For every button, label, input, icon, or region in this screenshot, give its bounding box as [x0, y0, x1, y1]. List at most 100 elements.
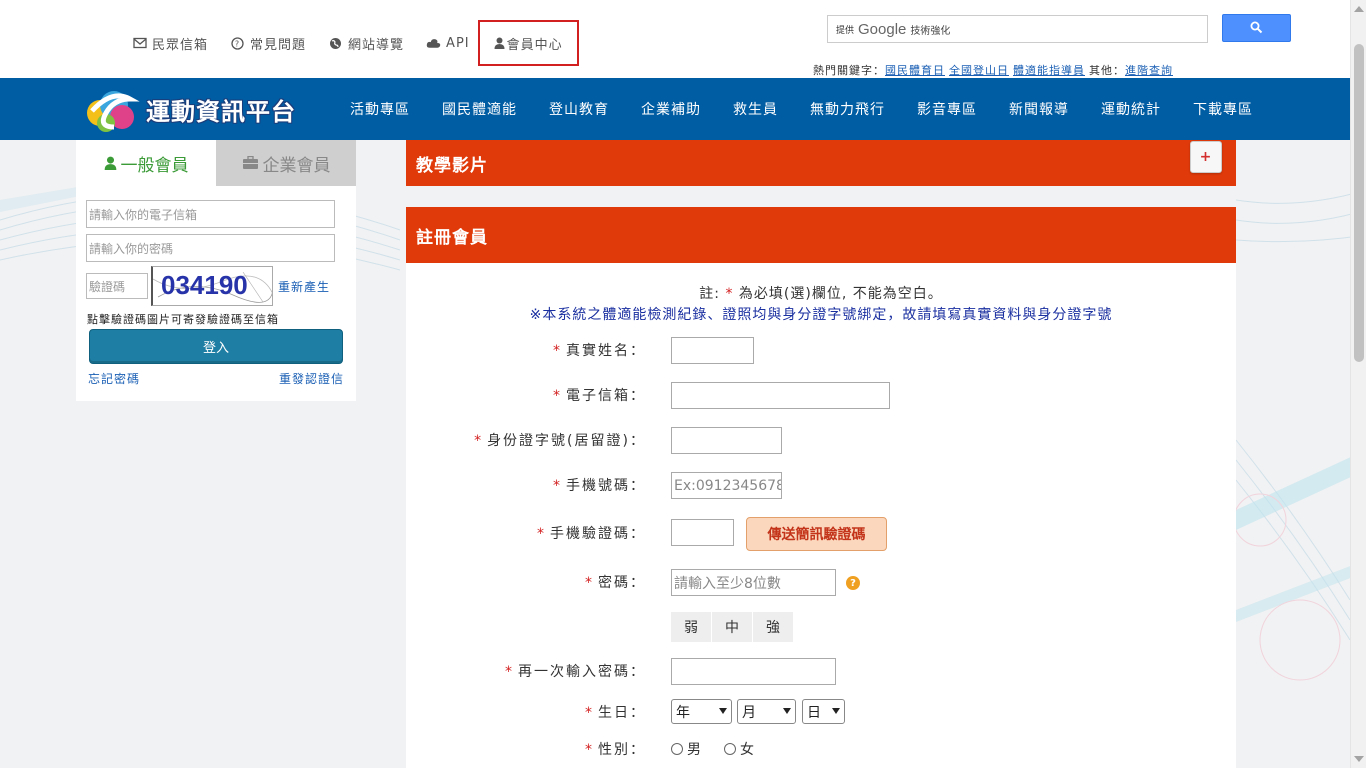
required-star: *: [725, 286, 734, 302]
captcha-hint: 點擊驗證碼圖片可寄發驗證碼至信箱: [87, 313, 279, 326]
help-icon[interactable]: ?: [846, 576, 860, 590]
radio-label: 女: [740, 742, 754, 758]
tab-enterprise-member[interactable]: 企業會員: [216, 140, 356, 186]
required-star: *: [585, 705, 594, 721]
confirm-password-input[interactable]: [671, 658, 836, 685]
search-icon: [1250, 19, 1263, 38]
other-label: 其他：: [1089, 64, 1125, 77]
search-button[interactable]: [1222, 14, 1291, 42]
top-link-label: API: [446, 35, 470, 51]
birthday-label: * 生日：: [585, 702, 646, 722]
site-logo[interactable]: 運動資訊平台: [84, 82, 296, 136]
email-field[interactable]: [671, 382, 890, 409]
birth-month-select[interactable]: 月: [737, 699, 796, 724]
nav-item-activities[interactable]: 活動專區: [334, 99, 426, 119]
gender-female-radio[interactable]: 女: [724, 739, 754, 759]
regenerate-captcha-link[interactable]: 重新產生: [278, 278, 330, 295]
login-password-field[interactable]: 請輸入你的密碼: [86, 234, 335, 262]
captcha-input[interactable]: 驗證碼: [86, 273, 148, 299]
scroll-up-arrow-icon[interactable]: [1354, 6, 1364, 12]
label-text: 身份證字號(居留證)：: [487, 433, 646, 449]
nav-menu: 活動專區 國民體適能 登山教育 企業補助 救生員 無動力飛行 影音專區 新聞報導…: [334, 78, 1269, 140]
hot-keywords-label: 熱門關鍵字：: [813, 64, 885, 77]
login-panel: 一般會員 企業會員 請輸入你的電子信箱 請輸入你的密碼 驗證碼 034190 重…: [76, 140, 356, 401]
hot-keyword-link[interactable]: 全國登山日: [949, 64, 1009, 77]
advanced-search-link[interactable]: 進階查詢: [1125, 64, 1173, 77]
phone-label: * 手機號碼：: [553, 475, 646, 495]
login-button[interactable]: 登入: [89, 329, 343, 364]
tab-general-member[interactable]: 一般會員: [76, 140, 216, 186]
top-header: 民眾信箱 ? 常見問題 網站導覽 API 會員中心 提供 Google 技術強化…: [0, 0, 1350, 78]
scroll-thumb[interactable]: [1354, 44, 1364, 362]
required-note: 註: * 為必填(選)欄位, 不能為空白。: [406, 283, 1236, 303]
nav-item-fitness[interactable]: 國民體適能: [426, 99, 533, 119]
globe-icon: [328, 36, 343, 51]
required-star: *: [553, 388, 562, 404]
birth-day-select[interactable]: 日: [802, 699, 845, 724]
top-link-sitemap[interactable]: 網站導覽: [328, 33, 404, 53]
login-email-field[interactable]: 請輸入你的電子信箱: [86, 200, 335, 228]
nav-item-enterprise[interactable]: 企業補助: [625, 99, 717, 119]
svg-text:?: ?: [235, 39, 240, 48]
tab-label: 企業會員: [262, 155, 331, 176]
real-name-input[interactable]: [671, 337, 754, 364]
note-prefix: 註:: [699, 286, 720, 302]
top-link-mailbox[interactable]: 民眾信箱: [132, 33, 208, 53]
nav-item-gliding[interactable]: 無動力飛行: [794, 99, 901, 119]
top-link-faq[interactable]: ? 常見問題: [230, 33, 306, 53]
send-sms-code-button[interactable]: 傳送簡訊驗證碼: [746, 517, 887, 551]
hot-keyword-link[interactable]: 國民體育日: [885, 64, 945, 77]
register-title: 註冊會員: [416, 227, 488, 248]
select-value: 日: [807, 704, 821, 721]
nav-item-mountain[interactable]: 登山教育: [533, 99, 625, 119]
strength-medium: 中: [712, 612, 753, 642]
select-value: 月: [742, 704, 756, 721]
birth-year-select[interactable]: 年: [671, 699, 732, 724]
phone-input[interactable]: Ex:0912345678: [671, 472, 782, 499]
label-text: 再一次輸入密碼：: [518, 664, 646, 680]
chevron-down-icon: [832, 708, 840, 714]
required-star: *: [585, 575, 594, 591]
required-star: *: [585, 742, 594, 758]
password-input[interactable]: 請輸入至少8位數: [671, 569, 836, 596]
required-star: *: [553, 343, 562, 359]
nav-item-downloads[interactable]: 下載專區: [1177, 99, 1269, 119]
forgot-password-link[interactable]: 忘記密碼: [88, 370, 140, 387]
label-text: 密碼：: [598, 575, 646, 591]
tab-label: 一般會員: [120, 155, 189, 176]
id-number-input[interactable]: [671, 427, 782, 454]
strength-strong: 強: [753, 612, 794, 642]
note-suffix: 為必填(選)欄位, 不能為空白。: [738, 286, 943, 302]
cloud-icon: [426, 36, 441, 51]
nav-item-statistics[interactable]: 運動統計: [1085, 99, 1177, 119]
password-label: * 密碼：: [585, 572, 646, 592]
search-input[interactable]: 提供 Google 技術強化: [827, 15, 1208, 43]
label-text: 生日：: [598, 705, 646, 721]
top-link-api[interactable]: API: [426, 33, 470, 53]
nav-item-media[interactable]: 影音專區: [901, 99, 993, 119]
register-panel-header: 註冊會員: [406, 207, 1236, 263]
page-scrollbar[interactable]: [1350, 0, 1366, 768]
top-link-member-center[interactable]: 會員中心: [477, 20, 579, 66]
nav-item-news[interactable]: 新聞報導: [993, 99, 1085, 119]
video-panel-header: 教學影片 +: [406, 140, 1236, 186]
sms-code-input[interactable]: [671, 519, 734, 546]
radio-label: 男: [687, 742, 701, 758]
top-link-label: 常見問題: [250, 37, 307, 53]
logo-text: 運動資訊平台: [146, 97, 296, 126]
expand-button[interactable]: +: [1190, 141, 1222, 173]
strength-weak: 弱: [671, 612, 712, 642]
scroll-down-arrow-icon[interactable]: [1354, 756, 1364, 762]
resend-verification-link[interactable]: 重發認證信: [279, 370, 344, 387]
mail-icon: [132, 36, 147, 51]
captcha-image[interactable]: 034190: [151, 266, 273, 306]
identity-notice: ※本系統之體適能檢測紀錄、證照均與身分證字號綁定，故請填寫真實資料與身分證字號: [529, 307, 1113, 323]
nav-item-lifeguard[interactable]: 救生員: [717, 99, 794, 119]
id-number-label: * 身份證字號(居留證)：: [474, 430, 646, 450]
main-nav: 運動資訊平台 活動專區 國民體適能 登山教育 企業補助 救生員 無動力飛行 影音…: [0, 78, 1350, 140]
gender-male-radio[interactable]: 男: [671, 739, 701, 759]
google-logo: Google: [858, 20, 907, 38]
select-value: 年: [676, 704, 690, 721]
hot-keyword-link[interactable]: 體適能指導員: [1013, 64, 1085, 77]
top-link-label: 民眾信箱: [152, 37, 209, 53]
